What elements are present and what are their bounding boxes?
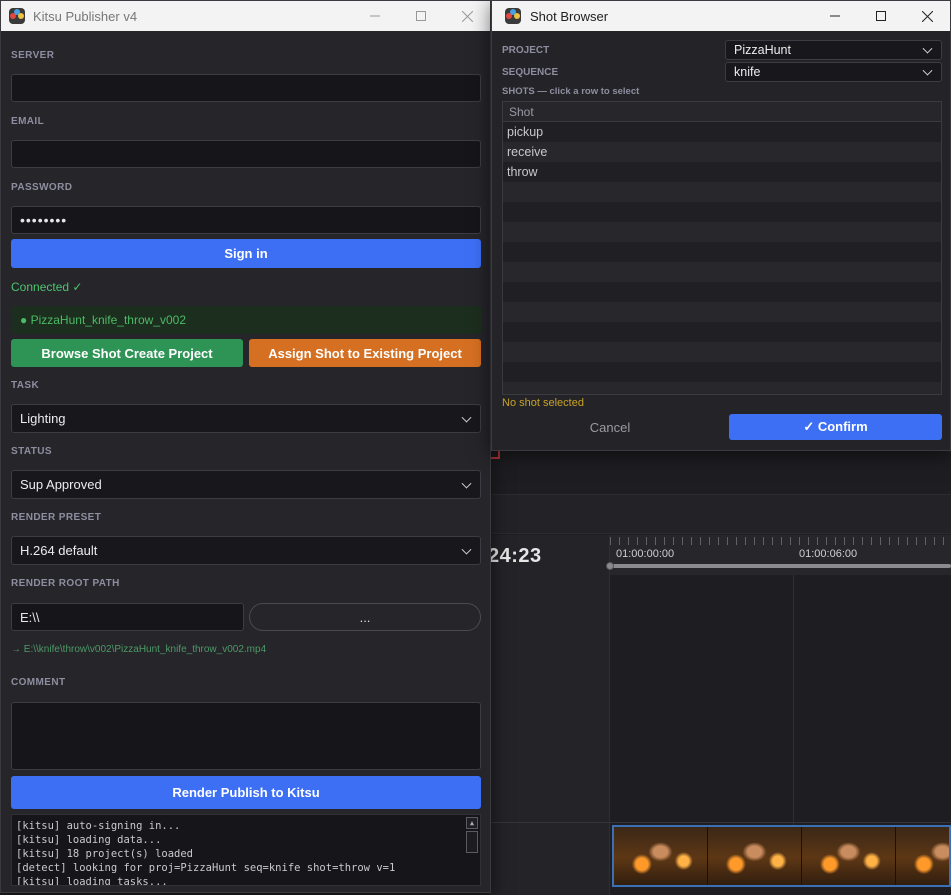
render-preset-label: RENDER PRESET — [11, 512, 102, 523]
table-row-empty — [503, 382, 941, 394]
clip-thumbnail — [896, 827, 949, 885]
log-line: [kitsu] auto-signing in... — [16, 820, 181, 832]
sign-in-button[interactable]: Sign in — [11, 239, 481, 268]
shot-browser-titlebar[interactable]: Shot Browser — [492, 1, 950, 31]
log-line: [kitsu] loading tasks... — [16, 876, 168, 886]
chevron-down-icon — [922, 65, 933, 76]
selected-shot-badge: ● PizzaHunt_knife_throw_v002 — [11, 306, 481, 334]
table-row[interactable]: receive — [503, 142, 941, 162]
password-label: PASSWORD — [11, 182, 73, 193]
track-header-panel — [490, 535, 610, 895]
clip-thumbnail — [614, 827, 708, 885]
log-line: [kitsu] loading data... — [16, 834, 162, 846]
maximize-icon[interactable] — [398, 1, 444, 31]
track-separator — [490, 822, 951, 823]
server-input[interactable] — [11, 74, 481, 102]
table-row-empty — [503, 242, 941, 262]
assign-shot-button[interactable]: Assign Shot to Existing Project — [249, 339, 481, 367]
password-input[interactable]: •••••••• — [11, 206, 481, 234]
task-select[interactable]: Lighting — [11, 404, 481, 433]
shots-label: SHOTS — click a row to select — [502, 86, 640, 97]
table-row-empty — [503, 182, 941, 202]
close-icon[interactable] — [444, 1, 490, 31]
output-path-preview: → E:\\knife\throw\v002\PizzaHunt_knife_t… — [11, 644, 267, 655]
comment-textarea[interactable] — [11, 702, 481, 770]
minimize-icon[interactable] — [812, 1, 858, 31]
email-label: EMAIL — [11, 116, 45, 127]
kitsu-titlebar[interactable]: Kitsu Publisher v4 — [1, 1, 490, 31]
window-title: Kitsu Publisher v4 — [33, 8, 138, 24]
scroll-thumb[interactable] — [466, 831, 478, 853]
editor-toolbar-band — [490, 494, 951, 534]
selection-status: No shot selected — [502, 397, 584, 409]
table-row[interactable]: pickup — [503, 122, 941, 142]
app-icon — [505, 8, 521, 24]
shots-table[interactable]: Shot pickup receive throw — [502, 101, 942, 395]
sequence-select[interactable]: knife — [725, 62, 942, 82]
log-line: [kitsu] 18 project(s) loaded — [16, 848, 194, 860]
project-select[interactable]: PizzaHunt — [725, 40, 942, 60]
table-row-empty — [503, 302, 941, 322]
email-input[interactable] — [11, 140, 481, 168]
table-row-empty — [503, 202, 941, 222]
table-row[interactable]: throw — [503, 162, 941, 182]
comment-label: COMMENT — [11, 677, 66, 688]
video-clip[interactable] — [612, 825, 951, 887]
log-line: [detect] looking for proj=PizzaHunt seq=… — [16, 862, 396, 874]
confirm-button[interactable]: ✓ Confirm — [729, 414, 942, 440]
project-label: PROJECT — [502, 45, 550, 56]
log-scrollbar[interactable]: ▲ — [466, 817, 478, 883]
render-publish-button[interactable]: Render Publish to Kitsu — [11, 776, 481, 809]
clip-thumbnail — [802, 827, 896, 885]
app-icon — [9, 8, 25, 24]
shot-browser-window: Shot Browser PROJECT PizzaHunt SEQUENCE … — [491, 0, 951, 451]
close-icon[interactable] — [904, 1, 950, 31]
maximize-icon[interactable] — [858, 1, 904, 31]
connection-status: Connected ✓ — [11, 280, 83, 294]
status-label: STATUS — [11, 446, 52, 457]
log-output[interactable]: [kitsu] auto-signing in... [kitsu] loadi… — [11, 814, 481, 886]
table-row-empty — [503, 262, 941, 282]
ruler-label: 01:00:00:00 — [616, 548, 675, 560]
table-header[interactable]: Shot — [503, 102, 941, 122]
browse-shot-create-project-button[interactable]: Browse Shot Create Project — [11, 339, 243, 367]
table-row-empty — [503, 282, 941, 302]
render-root-label: RENDER ROOT PATH — [11, 578, 120, 589]
render-root-input[interactable]: E:\\ — [11, 603, 244, 631]
cancel-button[interactable]: Cancel — [502, 414, 718, 440]
task-label: TASK — [11, 380, 40, 391]
table-row-empty — [503, 222, 941, 242]
kitsu-publisher-window: Kitsu Publisher v4 SERVER EMAIL PASSWORD… — [0, 0, 491, 893]
timeline-gridline — [793, 575, 794, 825]
task-value: Lighting — [20, 411, 66, 426]
table-row-empty — [503, 322, 941, 342]
table-row-empty — [503, 362, 941, 382]
browse-path-button[interactable]: ... — [249, 603, 481, 631]
chevron-down-icon — [461, 478, 472, 489]
table-row-empty — [503, 342, 941, 362]
sequence-label: SEQUENCE — [502, 67, 559, 78]
ruler-ticks — [610, 537, 951, 545]
timeline-timecode: 24:23 — [488, 545, 542, 567]
playhead-handle[interactable] — [606, 562, 614, 570]
chevron-down-icon — [461, 544, 472, 555]
minimize-icon[interactable] — [352, 1, 398, 31]
status-select[interactable]: Sup Approved — [11, 470, 481, 499]
ruler-label: 01:00:06:00 — [799, 548, 858, 560]
project-value: PizzaHunt — [734, 43, 791, 57]
render-preset-value: H.264 default — [20, 543, 98, 558]
window-title: Shot Browser — [530, 8, 609, 24]
render-preset-select[interactable]: H.264 default — [11, 536, 481, 565]
chevron-down-icon — [461, 412, 472, 423]
server-label: SERVER — [11, 50, 55, 61]
status-value: Sup Approved — [20, 477, 102, 492]
scroll-up-icon[interactable]: ▲ — [466, 817, 478, 829]
playhead-track — [610, 564, 951, 568]
chevron-down-icon — [922, 43, 933, 54]
sequence-value: knife — [734, 65, 761, 79]
clip-thumbnail — [708, 827, 802, 885]
